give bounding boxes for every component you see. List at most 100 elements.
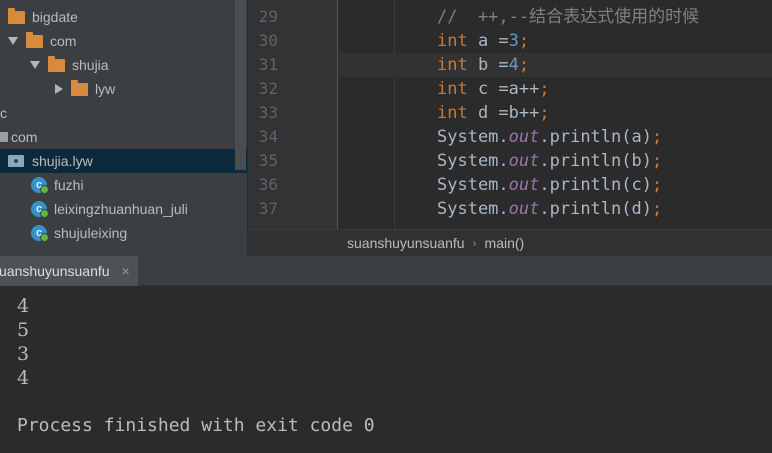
chevron-right-icon[interactable] (55, 84, 63, 94)
line-number: 30 (258, 31, 278, 50)
line-number: 36 (258, 175, 278, 194)
tree-scrollbar[interactable] (235, 0, 246, 170)
code-number: 3 (508, 31, 519, 51)
code-static-field: out (508, 175, 540, 195)
class-icon: c (31, 177, 49, 194)
code-line[interactable]: System.out.println(a); (338, 125, 772, 149)
code-text: a = (467, 31, 509, 51)
code-line[interactable]: System.out.println(b); (338, 149, 772, 173)
run-tool-window-header: suanshuyunsuanfu × (0, 256, 772, 286)
code-line-text: System.out.println(b); (437, 149, 662, 173)
breadcrumb-separator: › (472, 236, 477, 250)
line-number: 31 (258, 55, 278, 74)
folder-icon (26, 31, 43, 48)
code-editor[interactable]: // ++,--结合表达式使用的时候 int a =3; int b =4; int … (338, 0, 772, 229)
code-static-field: out (508, 199, 540, 219)
tree-item-label: shujuleixing (54, 225, 128, 241)
tree-item-label: bigdate (32, 9, 78, 25)
tree-item-label: leixingzhuanhuan_juli (54, 201, 188, 217)
class-icon: c (31, 201, 49, 218)
code-semicolon: ; (651, 151, 663, 171)
folder-icon (8, 7, 25, 24)
console-output-line: 3 (17, 343, 30, 365)
code-line[interactable]: System.out.println(d); (338, 197, 772, 221)
breadcrumb-method[interactable]: main() (485, 235, 525, 251)
line-number: 37 (258, 199, 278, 218)
line-number: 32 (258, 79, 278, 98)
code-text: .println(b) (539, 151, 652, 171)
code-semicolon: ; (518, 31, 530, 51)
line-number: 35 (258, 151, 278, 170)
code-semicolon: ; (651, 199, 663, 219)
code-line-text: System.out.println(c); (437, 173, 662, 197)
tree-item-shujia[interactable]: shujia (0, 53, 247, 77)
tree-item-lyw[interactable]: lyw (0, 77, 247, 101)
tree-item-c[interactable]: c (0, 101, 247, 125)
run-tab[interactable]: suanshuyunsuanfu × (0, 256, 138, 286)
code-line[interactable]: // ++,--结合表达式使用的时候 (338, 5, 772, 29)
code-static-field: out (508, 151, 540, 171)
chevron-down-icon[interactable] (8, 37, 18, 45)
console-output-line: 4 (17, 295, 30, 317)
tree-item-label: com (11, 129, 38, 145)
code-line[interactable]: int a =3; (338, 29, 772, 53)
code-keyword: int (437, 55, 468, 75)
code-semicolon: ; (651, 175, 663, 195)
code-line[interactable]: System.out.println(c); (338, 173, 772, 197)
code-line-text: // ++,--结合表达式使用的时候 (437, 5, 699, 29)
tree-item-label: shujia (72, 57, 109, 73)
code-keyword: int (437, 31, 468, 51)
line-number: 29 (258, 7, 278, 26)
tree-item-com[interactable]: com (0, 29, 247, 53)
code-semicolon: ; (518, 55, 530, 75)
line-number-gutter: 29 30 31 32 33 34 35 36 37 (247, 0, 338, 229)
code-line-text: int a =3; (437, 29, 529, 53)
code-line-text: System.out.println(a); (437, 125, 662, 149)
code-line[interactable]: int b =4; (338, 53, 772, 77)
code-keyword: int (437, 79, 468, 99)
folder-icon (71, 79, 88, 96)
tree-item-com[interactable]: com (0, 125, 247, 149)
close-icon[interactable]: × (122, 263, 130, 279)
tree-item-bigdate[interactable]: bigdate (0, 5, 247, 29)
tree-item-label: lyw (95, 81, 116, 97)
console-output-line: 5 (17, 319, 30, 341)
tree-item-label: c (0, 105, 7, 121)
code-text: System. (437, 199, 509, 219)
code-keyword: int (437, 103, 468, 123)
code-line-text: int d =b++; (437, 101, 550, 125)
code-line[interactable]: int d =b++; (338, 101, 772, 125)
run-console[interactable]: 4 5 3 4 Process finished with exit code 0 (0, 286, 772, 453)
class-icon: c (31, 225, 49, 242)
code-semicolon: ; (651, 127, 663, 147)
breadcrumb-class[interactable]: suanshuyunsuanfu (347, 235, 465, 251)
code-line[interactable]: int c =a++; (338, 77, 772, 101)
code-comment: // ++,--结合表达式使用的时候 (437, 7, 700, 27)
console-output-line: 4 (17, 367, 30, 389)
tree-item-label: com (50, 33, 77, 49)
module-icon (0, 132, 8, 142)
folder-icon (48, 55, 65, 72)
tree-item-label: shujia.lyw (32, 153, 93, 169)
code-text: System. (437, 175, 509, 195)
code-text: System. (437, 127, 509, 147)
tree-item-fuzhi[interactable]: c fuzhi (0, 173, 247, 197)
code-text: .println(c) (539, 175, 652, 195)
code-text: .println(a) (539, 127, 652, 147)
tree-item-leixingzhuanhuan-juli[interactable]: c leixingzhuanhuan_juli (0, 197, 247, 221)
chevron-down-icon[interactable] (30, 61, 40, 69)
code-line-text: System.out.println(d); (437, 197, 662, 221)
code-number: 4 (508, 55, 519, 75)
tree-item-shujuleixing[interactable]: c shujuleixing (0, 221, 247, 245)
tree-item-label: fuzhi (54, 177, 84, 193)
run-tab-label: suanshuyunsuanfu (0, 263, 110, 279)
code-text: b = (467, 55, 509, 75)
code-line-text: int b =4; (437, 53, 529, 77)
code-text: System. (437, 151, 509, 171)
package-icon (8, 155, 24, 167)
line-number: 33 (258, 103, 278, 122)
tree-item-shujia-lyw[interactable]: shujia.lyw (0, 149, 247, 173)
code-static-field: out (508, 127, 540, 147)
code-text: d =b++ (467, 103, 540, 123)
code-semicolon: ; (539, 103, 550, 123)
